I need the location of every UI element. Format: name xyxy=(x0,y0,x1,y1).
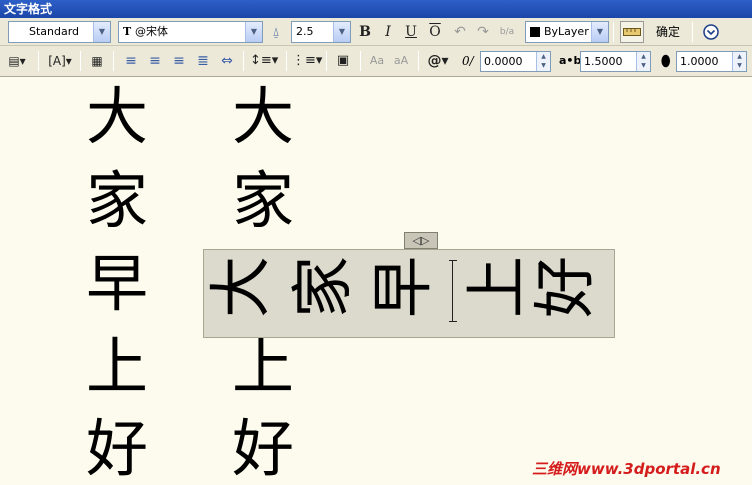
oblique-angle-input[interactable]: 0.0000 ▲ ▼ xyxy=(480,51,551,72)
underline-button[interactable]: U xyxy=(400,21,422,43)
oblique-angle-icon: 0/ xyxy=(462,54,474,68)
title-bar: 文字格式 xyxy=(0,0,752,18)
formatting-toolbar: Standard ▼ T @宋体 ▼ ⍙ 2.5 ▼ B I U O ↶ ↷ b… xyxy=(0,18,752,46)
align-right-icon[interactable]: ≡ xyxy=(168,50,190,72)
truetype-icon: T xyxy=(123,25,132,38)
width-factor-value: 1.0000 xyxy=(680,55,719,68)
line-spacing-icon[interactable]: ↕≡▾ xyxy=(250,50,278,72)
paragraph-toolbar: ▤▾ [A]▾ ▦ ≡ ≡ ≡ ≣ ⇔ ↕≡▾ ⋮≡▾ ▣ Aa aA @▾ 0… xyxy=(0,46,752,77)
tracking-value: 1.5000 xyxy=(584,55,623,68)
symbol-button[interactable]: @▾ xyxy=(425,50,451,72)
editor-char: 好 xyxy=(528,255,602,319)
undo-icon[interactable]: ↶ xyxy=(449,21,471,43)
separator xyxy=(360,51,361,71)
stack-button[interactable]: b/a xyxy=(496,21,518,43)
tracking-input[interactable]: 1.5000 ▲ ▼ xyxy=(580,51,651,72)
text-char: 家 xyxy=(86,164,149,237)
paragraph-icon[interactable]: ▦ xyxy=(86,50,108,72)
separator xyxy=(326,51,327,71)
style-select[interactable]: Standard ▼ xyxy=(8,21,111,43)
text-char: 好 xyxy=(86,412,149,485)
separator xyxy=(113,51,114,71)
justify-icon[interactable]: ≣ xyxy=(192,50,214,72)
editor-resize-handle[interactable]: ◁▷ xyxy=(404,232,438,249)
spinner-arrows-icon[interactable]: ▲ ▼ xyxy=(636,52,650,71)
separator xyxy=(38,51,39,71)
justification-icon[interactable]: [A]▾ xyxy=(46,50,74,72)
separator xyxy=(418,51,419,71)
chevron-down-icon[interactable]: ▼ xyxy=(93,22,110,42)
insert-field-icon[interactable]: ▣ xyxy=(332,50,354,72)
width-factor-icon: ⬮ xyxy=(661,52,671,70)
text-height-value: 2.5 xyxy=(296,25,314,38)
chevron-down-icon[interactable]: ▼ xyxy=(591,22,608,42)
align-left-icon[interactable]: ≡ xyxy=(120,50,142,72)
ruler-icon[interactable] xyxy=(620,21,644,43)
color-select[interactable]: ByLayer ▼ xyxy=(525,21,609,43)
spinner-arrows-icon[interactable]: ▲ ▼ xyxy=(536,52,550,71)
annotative-icon[interactable]: ⍙ xyxy=(265,21,287,43)
spinner-arrows-icon[interactable]: ▲ ▼ xyxy=(732,52,746,71)
overline-button[interactable]: O xyxy=(424,21,446,43)
options-icon[interactable] xyxy=(700,21,722,43)
italic-button[interactable]: I xyxy=(377,21,399,43)
editor-char: 家 xyxy=(286,255,360,319)
separator xyxy=(692,22,693,42)
text-char: 早 xyxy=(86,247,149,320)
text-char: 家 xyxy=(232,164,295,237)
text-char: 上 xyxy=(232,330,295,403)
text-char: 上 xyxy=(86,330,149,403)
editor-char: 上 xyxy=(460,255,534,319)
style-select-value: Standard xyxy=(29,25,80,38)
tracking-label: a•b xyxy=(559,54,582,67)
separator xyxy=(286,51,287,71)
text-char: 大 xyxy=(86,80,149,153)
separator xyxy=(613,22,614,42)
font-select[interactable]: T @宋体 ▼ xyxy=(118,21,263,43)
columns-icon[interactable]: ▤▾ xyxy=(6,50,28,72)
numbering-icon[interactable]: ⋮≡▾ xyxy=(292,50,322,72)
color-select-value: ByLayer xyxy=(544,25,589,38)
width-factor-input[interactable]: 1.0000 ▲ ▼ xyxy=(676,51,747,72)
separator xyxy=(243,51,244,71)
text-char: 好 xyxy=(232,412,295,485)
redo-icon[interactable]: ↷ xyxy=(472,21,494,43)
chevron-down-icon[interactable]: ▼ xyxy=(333,22,350,42)
align-center-icon[interactable]: ≡ xyxy=(144,50,166,72)
text-height-select[interactable]: 2.5 ▼ xyxy=(291,21,351,43)
mtext-editor[interactable]: 大 家 早 上 好 xyxy=(203,249,615,338)
chevron-down-icon[interactable]: ▼ xyxy=(245,22,262,42)
distribute-icon[interactable]: ⇔ xyxy=(216,50,238,72)
text-char: 大 xyxy=(232,80,295,153)
color-swatch xyxy=(530,27,540,37)
symbol-label: @ xyxy=(427,53,442,69)
window-title: 文字格式 xyxy=(4,2,53,16)
uppercase-button[interactable]: Aa xyxy=(366,50,388,72)
oblique-angle-value: 0.0000 xyxy=(484,55,523,68)
lowercase-button[interactable]: aA xyxy=(390,50,412,72)
text-cursor xyxy=(449,260,457,322)
editor-char: 大 xyxy=(204,255,278,319)
font-select-value: @宋体 xyxy=(135,25,168,38)
ok-button[interactable]: 确定 xyxy=(648,21,688,43)
watermark: 三维网www.3dportal.cn xyxy=(532,460,721,478)
bold-button[interactable]: B xyxy=(354,21,376,43)
separator xyxy=(80,51,81,71)
editor-char: 早 xyxy=(366,255,440,319)
